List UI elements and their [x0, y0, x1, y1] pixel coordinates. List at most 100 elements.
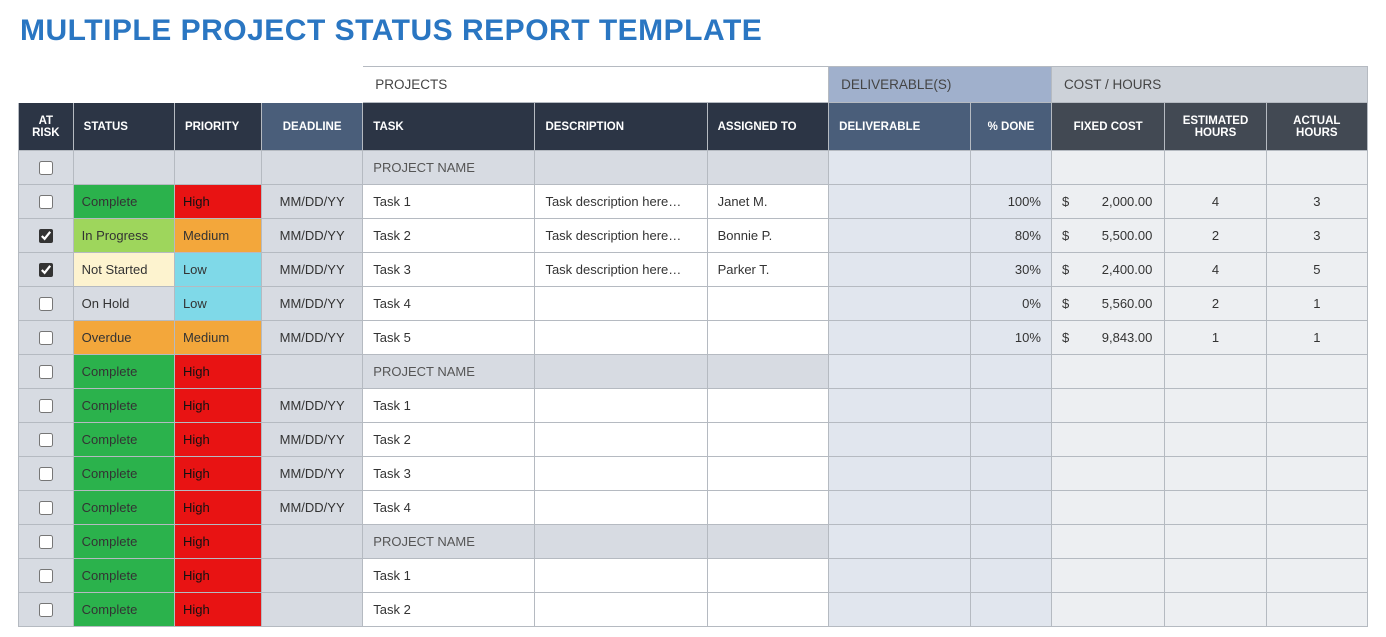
act-hours-cell[interactable]: 3	[1266, 219, 1367, 253]
deadline-cell[interactable]: MM/DD/YY	[262, 491, 363, 525]
fixed-cost-cell[interactable]: $2,400.00	[1051, 253, 1164, 287]
task-cell[interactable]: Task 4	[363, 287, 535, 321]
priority-cell[interactable]: Low	[174, 287, 261, 321]
deadline-cell[interactable]	[262, 525, 363, 559]
assigned-to-cell[interactable]	[707, 321, 829, 355]
status-cell[interactable]: Complete	[73, 389, 174, 423]
priority-cell[interactable]: High	[174, 423, 261, 457]
fixed-cost-cell[interactable]	[1051, 593, 1164, 627]
est-hours-cell[interactable]	[1165, 525, 1266, 559]
assigned-to-cell[interactable]	[707, 525, 829, 559]
priority-cell[interactable]: High	[174, 185, 261, 219]
task-cell[interactable]: Task 2	[363, 423, 535, 457]
task-cell[interactable]: Task 3	[363, 457, 535, 491]
act-hours-cell[interactable]: 1	[1266, 321, 1367, 355]
description-cell[interactable]: Task description here…	[535, 219, 707, 253]
deliverable-cell[interactable]	[829, 321, 971, 355]
est-hours-cell[interactable]: 2	[1165, 287, 1266, 321]
pct-done-cell[interactable]	[970, 593, 1051, 627]
at-risk-checkbox[interactable]	[39, 365, 53, 379]
est-hours-cell[interactable]	[1165, 355, 1266, 389]
task-cell[interactable]: Task 5	[363, 321, 535, 355]
task-cell[interactable]: Task 3	[363, 253, 535, 287]
deliverable-cell[interactable]	[829, 559, 971, 593]
deliverable-cell[interactable]	[829, 219, 971, 253]
at-risk-checkbox[interactable]	[39, 433, 53, 447]
fixed-cost-cell[interactable]	[1051, 559, 1164, 593]
priority-cell[interactable]: High	[174, 525, 261, 559]
priority-cell[interactable]: High	[174, 491, 261, 525]
pct-done-cell[interactable]	[970, 491, 1051, 525]
assigned-to-cell[interactable]	[707, 287, 829, 321]
assigned-to-cell[interactable]	[707, 491, 829, 525]
fixed-cost-cell[interactable]: $2,000.00	[1051, 185, 1164, 219]
pct-done-cell[interactable]: 10%	[970, 321, 1051, 355]
fixed-cost-cell[interactable]: $9,843.00	[1051, 321, 1164, 355]
at-risk-checkbox[interactable]	[39, 501, 53, 515]
deliverable-cell[interactable]	[829, 525, 971, 559]
description-cell[interactable]	[535, 287, 707, 321]
act-hours-cell[interactable]	[1266, 559, 1367, 593]
est-hours-cell[interactable]: 2	[1165, 219, 1266, 253]
priority-cell[interactable]: High	[174, 389, 261, 423]
description-cell[interactable]	[535, 355, 707, 389]
pct-done-cell[interactable]: 100%	[970, 185, 1051, 219]
deliverable-cell[interactable]	[829, 491, 971, 525]
deliverable-cell[interactable]	[829, 423, 971, 457]
act-hours-cell[interactable]: 1	[1266, 287, 1367, 321]
task-cell[interactable]: PROJECT NAME	[363, 355, 535, 389]
status-cell[interactable]: Complete	[73, 423, 174, 457]
pct-done-cell[interactable]: 80%	[970, 219, 1051, 253]
pct-done-cell[interactable]	[970, 151, 1051, 185]
est-hours-cell[interactable]: 4	[1165, 253, 1266, 287]
act-hours-cell[interactable]	[1266, 151, 1367, 185]
priority-cell[interactable]: Medium	[174, 219, 261, 253]
deadline-cell[interactable]	[262, 559, 363, 593]
status-cell[interactable]: Overdue	[73, 321, 174, 355]
act-hours-cell[interactable]	[1266, 355, 1367, 389]
pct-done-cell[interactable]	[970, 423, 1051, 457]
fixed-cost-cell[interactable]: $5,500.00	[1051, 219, 1164, 253]
status-cell[interactable]: Complete	[73, 457, 174, 491]
priority-cell[interactable]: Medium	[174, 321, 261, 355]
priority-cell[interactable]: High	[174, 355, 261, 389]
description-cell[interactable]	[535, 559, 707, 593]
task-cell[interactable]: Task 1	[363, 389, 535, 423]
deliverable-cell[interactable]	[829, 151, 971, 185]
at-risk-checkbox[interactable]	[39, 399, 53, 413]
pct-done-cell[interactable]	[970, 559, 1051, 593]
at-risk-checkbox[interactable]	[39, 603, 53, 617]
description-cell[interactable]	[535, 321, 707, 355]
pct-done-cell[interactable]: 30%	[970, 253, 1051, 287]
fixed-cost-cell[interactable]	[1051, 525, 1164, 559]
assigned-to-cell[interactable]	[707, 423, 829, 457]
pct-done-cell[interactable]	[970, 355, 1051, 389]
status-cell[interactable]: Complete	[73, 185, 174, 219]
status-cell[interactable]: Not Started	[73, 253, 174, 287]
at-risk-checkbox[interactable]	[39, 569, 53, 583]
est-hours-cell[interactable]: 1	[1165, 321, 1266, 355]
act-hours-cell[interactable]	[1266, 491, 1367, 525]
pct-done-cell[interactable]	[970, 457, 1051, 491]
fixed-cost-cell[interactable]	[1051, 491, 1164, 525]
description-cell[interactable]	[535, 423, 707, 457]
pct-done-cell[interactable]	[970, 525, 1051, 559]
est-hours-cell[interactable]	[1165, 423, 1266, 457]
description-cell[interactable]	[535, 389, 707, 423]
deadline-cell[interactable]: MM/DD/YY	[262, 423, 363, 457]
at-risk-checkbox[interactable]	[39, 467, 53, 481]
at-risk-checkbox[interactable]	[39, 161, 53, 175]
fixed-cost-cell[interactable]	[1051, 389, 1164, 423]
assigned-to-cell[interactable]: Parker T.	[707, 253, 829, 287]
est-hours-cell[interactable]: 4	[1165, 185, 1266, 219]
at-risk-checkbox[interactable]	[39, 297, 53, 311]
description-cell[interactable]	[535, 457, 707, 491]
est-hours-cell[interactable]	[1165, 593, 1266, 627]
est-hours-cell[interactable]	[1165, 457, 1266, 491]
act-hours-cell[interactable]	[1266, 593, 1367, 627]
status-cell[interactable]: In Progress	[73, 219, 174, 253]
assigned-to-cell[interactable]	[707, 559, 829, 593]
at-risk-checkbox[interactable]	[39, 195, 53, 209]
description-cell[interactable]: Task description here…	[535, 253, 707, 287]
est-hours-cell[interactable]	[1165, 491, 1266, 525]
